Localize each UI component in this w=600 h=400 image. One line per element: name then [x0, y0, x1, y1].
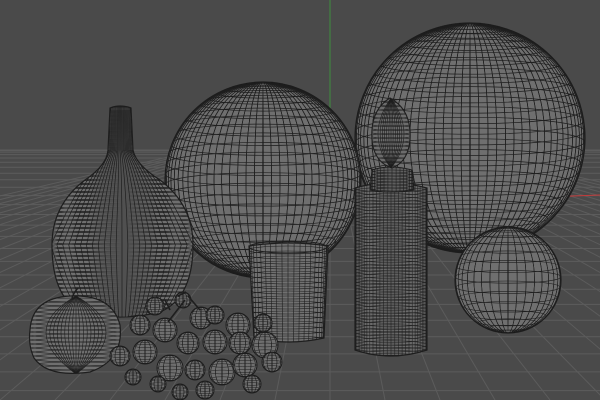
- grape: [202, 329, 228, 355]
- grape: [253, 313, 273, 333]
- grape: [171, 383, 189, 400]
- orange-wireframe[interactable]: [454, 226, 562, 334]
- grape: [109, 345, 131, 367]
- grape: [174, 291, 192, 309]
- grape: [195, 380, 215, 400]
- 3d-viewport[interactable]: [0, 0, 600, 400]
- grape: [208, 358, 236, 386]
- viewport-canvas[interactable]: [0, 0, 600, 400]
- grape: [184, 359, 206, 381]
- grape: [205, 305, 225, 325]
- grape: [228, 331, 252, 355]
- grape: [132, 339, 158, 365]
- grape: [232, 352, 258, 378]
- grape: [261, 351, 283, 373]
- grape: [129, 314, 151, 336]
- grape: [152, 317, 178, 343]
- grape: [124, 368, 142, 386]
- grape: [176, 331, 200, 355]
- grape: [145, 296, 165, 316]
- grape: [242, 374, 262, 394]
- grape: [149, 375, 167, 393]
